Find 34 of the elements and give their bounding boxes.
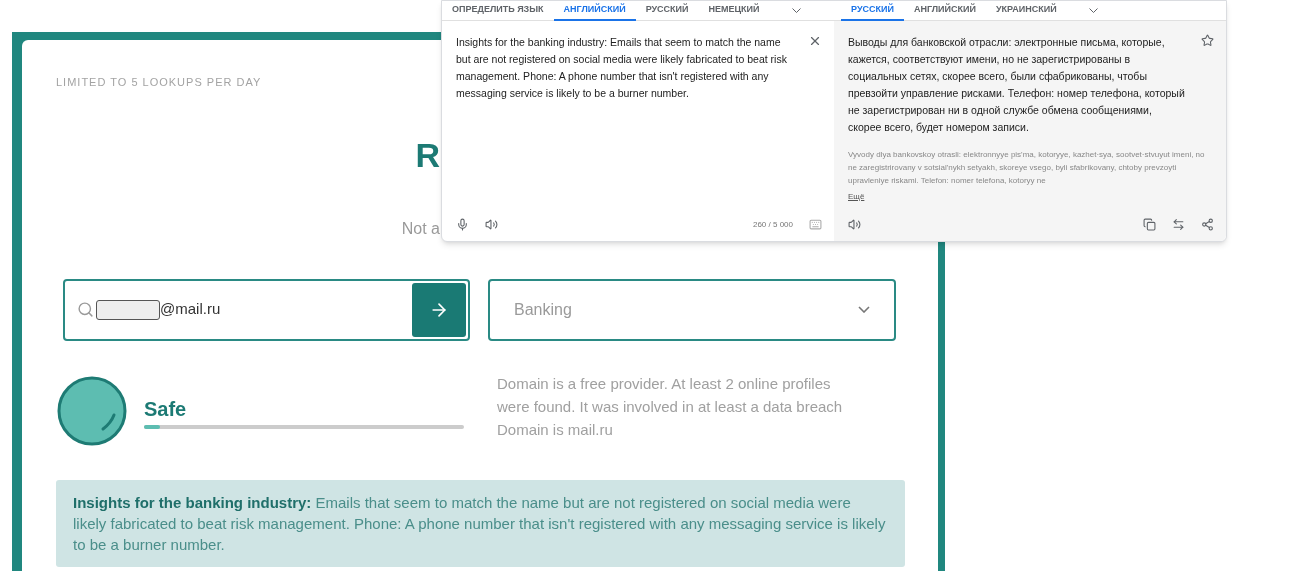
language-tab[interactable]: УКРАИНСКИЙ: [986, 0, 1067, 21]
language-tab[interactable]: НЕМЕЦКИЙ: [698, 0, 770, 21]
language-tab[interactable]: АНГЛИЙСКИЙ: [553, 0, 636, 21]
insight-box: Insights for the banking industry: Emails that seem to match the name but are not registered on social media were likely fabricated to beat risk management. Phone: A phone number that isn't registered with any messaging service is likely to be a burner number.: [56, 479, 905, 567]
result-detail: were found. It was involved in at least a data breach: [497, 396, 843, 417]
speaker-icon[interactable]: [848, 218, 861, 231]
close-icon[interactable]: [808, 34, 822, 48]
email-field[interactable]: @mail.ru: [63, 278, 470, 341]
language-tab[interactable]: РУССКИЙ: [635, 0, 699, 21]
limit-note: LIMITED TO 5 LOOKUPS PER DAY: [56, 75, 262, 90]
copy-icon[interactable]: [1143, 218, 1156, 231]
more-link[interactable]: Ещё: [848, 191, 1214, 203]
microphone-icon[interactable]: [456, 218, 469, 231]
result-detail: Domain is mail.ru: [497, 419, 614, 440]
chevron-down-icon: [858, 306, 870, 313]
email-value: @mail.ru: [160, 299, 221, 320]
redaction-block: [96, 299, 160, 320]
character-count: 260 / 5 000: [752, 218, 793, 231]
result-label: Safe: [144, 396, 188, 421]
language-dropdown-icon[interactable]: [1088, 8, 1098, 13]
submit-button[interactable]: [412, 282, 466, 337]
star-icon[interactable]: [1201, 34, 1214, 47]
language-dropdown-icon[interactable]: [791, 8, 801, 13]
share-icon[interactable]: [1201, 218, 1214, 231]
result-detail: Domain is a free provider. At least 2 online profiles: [497, 373, 832, 394]
language-tab[interactable]: АНГЛИЙСКИЙ: [903, 0, 986, 21]
transliteration-text: Vyvody dlya bankovskoy otrasli: elektronnyye pis'ma, kotoryye, kazhet·sya, sootvet·stvuyut imeni, no ne zaregistrirovany v sotsial'nykh setyakh, skoreye vsego, byli sfabrikovany, chtoby prevzoyti upravleniye riskami. Telefon: nomer telefona, kotoryy ne: [848, 149, 1206, 187]
speaker-icon[interactable]: [485, 218, 498, 231]
subtitle: Not a: [401, 218, 440, 239]
language-tab[interactable]: ОПРЕДЕЛИТЬ ЯЗЫК: [442, 0, 554, 21]
source-text-field[interactable]: Insights for the banking industry: Emails that seem to match the name but are not registered on social media were likely fabricated to beat risk management. Phone: A phone number that isn't registered with any messaging service is likely to be a burner number.: [456, 34, 791, 218]
translation-text: Выводы для банковской отрасли: электронные письма, которые, кажется, соответствуют имени, но не зарегистрированы в социальных сетях, скорее всего, были сфабрикованы, чтобы превзойти управление рисками. Телефон: номер телефона, который не зарегистрирован ни в одной службе обмена сообщениями, скорее всего, будет номером записи.: [848, 35, 1186, 135]
page-heading: R: [415, 134, 440, 175]
search-icon: [77, 301, 94, 318]
